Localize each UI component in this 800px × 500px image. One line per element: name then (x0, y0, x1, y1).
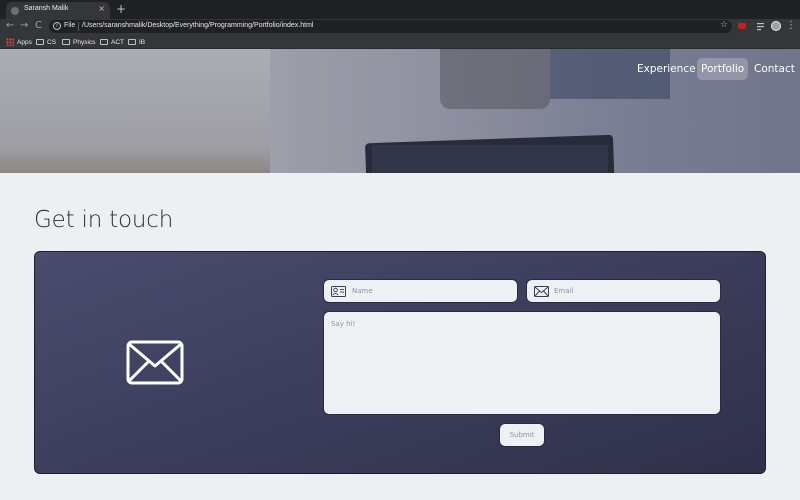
scheme-label: File (64, 22, 76, 29)
globe-icon (11, 7, 19, 15)
tab-saransh-malik[interactable]: Saransh Malik × (6, 2, 110, 19)
bookmark-cs[interactable]: CS (36, 37, 56, 47)
tab-strip: Saransh Malik × + (0, 0, 800, 19)
bookmark-label: IB (139, 38, 146, 46)
bookmark-label: Apps (17, 38, 32, 46)
name-field[interactable]: Name (323, 279, 518, 303)
nav-link-experience[interactable]: Experience (633, 58, 700, 80)
folder-icon (62, 39, 70, 45)
email-field[interactable]: Email (526, 279, 721, 303)
bookmark-act[interactable]: ACT (100, 37, 124, 47)
reading-list-icon[interactable] (757, 22, 766, 31)
url-divider (78, 22, 79, 31)
tab-title: Saransh Malik (24, 5, 69, 12)
apps-grid-icon (6, 38, 14, 46)
back-icon[interactable]: ← (6, 20, 14, 32)
contact-card-icon (331, 286, 346, 297)
nav-link-portfolio[interactable]: Portfolio (697, 58, 749, 80)
menu-kebab-icon[interactable]: ⋮ (786, 20, 796, 31)
mail-icon (534, 286, 549, 297)
section-title: Get in touch (34, 207, 174, 233)
info-icon[interactable]: i (53, 22, 61, 30)
new-tab-button[interactable]: + (116, 2, 126, 16)
bookmark-star-icon[interactable]: ☆ (720, 20, 728, 30)
close-tab-icon[interactable]: × (98, 4, 105, 13)
bookmark-ib[interactable]: IB (128, 37, 145, 47)
message-placeholder: Say hi! (331, 320, 356, 328)
extension-icon[interactable] (738, 23, 746, 29)
address-bar[interactable]: i File /Users/saranshmalik/Desktop/Every… (49, 20, 732, 33)
forward-icon[interactable]: → (20, 20, 28, 32)
folder-icon (100, 39, 108, 45)
message-textarea[interactable]: Say hi! (323, 311, 721, 415)
folder-icon (36, 39, 44, 45)
url-text[interactable]: /Users/saranshmalik/Desktop/Everything/P… (82, 22, 313, 29)
envelope-icon (126, 340, 184, 385)
reload-icon[interactable]: C (35, 20, 42, 32)
bookmark-label: ACT (111, 38, 124, 46)
bookmark-label: CS (47, 38, 57, 46)
name-placeholder: Name (352, 287, 373, 295)
nav-link-contact[interactable]: Contact (750, 58, 799, 80)
bookmarks-bar: Apps CS Physics ACT IB (0, 34, 800, 49)
bookmark-apps[interactable]: Apps (6, 37, 32, 47)
address-toolbar: ← → C i File /Users/saranshmalik/Desktop… (0, 19, 800, 34)
profile-avatar[interactable] (771, 21, 781, 31)
bookmark-physics[interactable]: Physics (62, 37, 95, 47)
email-placeholder: Email (554, 287, 574, 295)
submit-button[interactable]: Submit (499, 423, 545, 447)
folder-icon (128, 39, 136, 45)
bookmark-label: Physics (73, 38, 96, 46)
